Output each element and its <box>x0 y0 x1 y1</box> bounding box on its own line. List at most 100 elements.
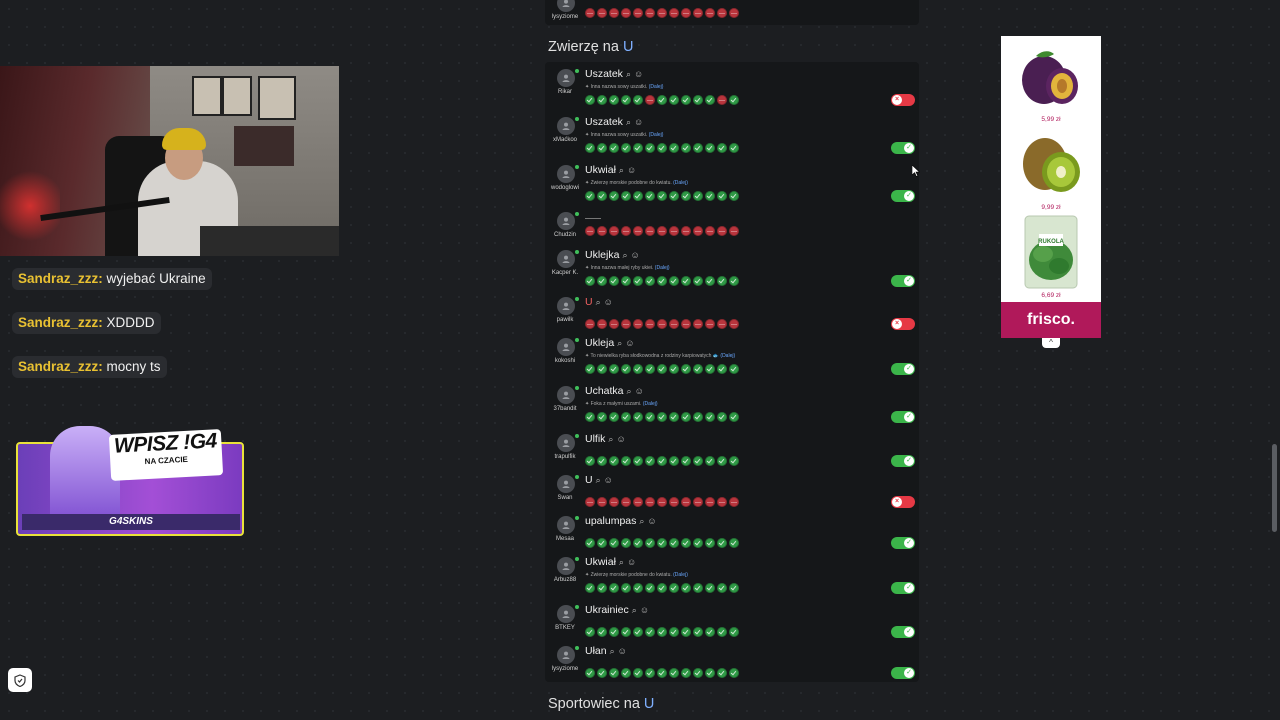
search-icon[interactable]: ⌕ <box>626 117 631 128</box>
accept-toggle[interactable]: ✓ <box>891 190 915 202</box>
accept-toggle[interactable]: × <box>891 318 915 330</box>
accept-toggle[interactable]: × <box>891 94 915 106</box>
accept-toggle[interactable]: ✓ <box>891 275 915 287</box>
correct-vote-dot <box>609 276 619 286</box>
hint-more-link[interactable]: (Dalej) <box>673 180 688 186</box>
wrong-vote-dot <box>621 319 631 329</box>
kiwi-image <box>1001 130 1101 205</box>
online-status-dot <box>575 386 579 390</box>
emoji-icon[interactable]: ☺ <box>604 297 613 307</box>
emoji-icon[interactable]: ☺ <box>635 386 644 396</box>
search-icon[interactable]: ⌕ <box>632 605 637 616</box>
wrong-vote-dot <box>705 497 715 507</box>
correct-vote-dot <box>621 143 631 153</box>
emoji-icon[interactable]: ☺ <box>618 646 627 656</box>
search-icon[interactable]: ⌕ <box>596 297 601 308</box>
correct-vote-dot <box>669 276 679 286</box>
search-icon[interactable]: ⌕ <box>626 69 631 80</box>
avatar <box>557 117 575 135</box>
accept-toggle[interactable]: ✓ <box>891 582 915 594</box>
accept-toggle[interactable]: ✓ <box>891 667 915 679</box>
hint-more-link[interactable]: (Dalej) <box>655 265 670 271</box>
wrong-vote-dot <box>669 319 679 329</box>
frisco-ad[interactable]: 5,99 zł 9,99 zł RUKOLA 6,69 zł frisco. <box>1001 36 1101 338</box>
correct-vote-dot <box>621 668 631 678</box>
answer-row: xMaćkoo Uszatek ⌕ ☺ ✦ Inna nazwa sowy uszatk… <box>545 115 919 159</box>
correct-vote-dot <box>597 668 607 678</box>
accept-toggle[interactable]: ✓ <box>891 626 915 638</box>
correct-vote-dot <box>717 412 727 422</box>
emoji-icon[interactable]: ☺ <box>640 605 649 615</box>
answer-history <box>585 412 739 422</box>
correct-vote-dot <box>585 538 595 548</box>
hint-text: Zwierzę morskie podobne do kwiatu. <box>590 572 672 578</box>
row-username: 37bandit <box>553 406 577 412</box>
correct-vote-dot <box>597 95 607 105</box>
correct-vote-dot <box>597 412 607 422</box>
search-icon[interactable]: ⌕ <box>627 386 632 397</box>
correct-vote-dot <box>669 95 679 105</box>
emoji-icon[interactable]: ☺ <box>634 117 643 127</box>
correct-vote-dot <box>585 412 595 422</box>
emoji-icon[interactable]: ☺ <box>625 338 634 348</box>
row-username: lysyziome <box>551 666 579 672</box>
accept-toggle[interactable]: × <box>891 496 915 508</box>
emoji-icon[interactable]: ☺ <box>627 557 636 567</box>
accept-toggle[interactable]: ✓ <box>891 411 915 423</box>
hint-more-link[interactable]: (Dalej) <box>673 572 688 578</box>
correct-vote-dot <box>705 276 715 286</box>
page-scrollbar[interactable] <box>1272 444 1277 532</box>
search-icon[interactable]: ⌕ <box>639 516 644 527</box>
correct-vote-dot <box>609 668 619 678</box>
correct-vote-dot <box>693 538 703 548</box>
avatar <box>557 338 575 356</box>
correct-vote-dot <box>609 143 619 153</box>
correct-vote-dot <box>621 276 631 286</box>
emoji-icon[interactable]: ☺ <box>627 165 636 175</box>
answer-text: Ułan <box>585 645 607 657</box>
wrong-vote-dot <box>645 226 655 236</box>
ad-collapse-button[interactable]: ^ <box>1042 338 1060 348</box>
answer-word: Ukwiał ⌕ ☺ <box>585 164 636 176</box>
search-icon[interactable]: ⌕ <box>617 338 622 349</box>
accept-toggle[interactable]: ✓ <box>891 363 915 375</box>
emoji-icon[interactable]: ☺ <box>604 475 613 485</box>
hint-more-link[interactable]: (Dalej) <box>643 401 658 407</box>
shield-icon[interactable] <box>8 668 32 692</box>
wrong-vote-dot <box>609 319 619 329</box>
correct-vote-dot <box>645 191 655 201</box>
answer-row: pawilk U ⌕ ☺ × <box>545 295 919 339</box>
answer-row: kokoshi Ukleja ⌕ ☺ ✦ To niewielka ryba słodk… <box>545 336 919 380</box>
answer-text: Ukwiał <box>585 556 616 568</box>
correct-vote-dot <box>609 538 619 548</box>
promo-brand: G4SKINS <box>22 514 240 530</box>
hint-more-link[interactable]: (Dalej) <box>649 84 664 90</box>
chat-text: wyjebać Ukraine <box>106 271 206 286</box>
emoji-icon[interactable]: ☺ <box>616 434 625 444</box>
wrong-vote-dot <box>621 8 631 18</box>
answer-history <box>585 191 739 201</box>
wrong-vote-dot <box>717 226 727 236</box>
hint-more-link[interactable]: (Dalej) <box>649 132 664 138</box>
online-status-dot <box>575 475 579 479</box>
search-icon[interactable]: ⌕ <box>622 250 627 261</box>
emoji-icon[interactable]: ☺ <box>630 250 639 260</box>
correct-vote-dot <box>633 95 643 105</box>
correct-vote-dot <box>669 583 679 593</box>
accept-toggle[interactable]: ✓ <box>891 537 915 549</box>
hint-more-link[interactable]: (Dalej) <box>720 353 735 359</box>
search-icon[interactable]: ⌕ <box>608 434 613 445</box>
emoji-icon[interactable]: ☺ <box>634 69 643 79</box>
accept-toggle[interactable]: ✓ <box>891 142 915 154</box>
frisco-logo[interactable]: frisco. <box>1001 302 1101 338</box>
search-icon[interactable]: ⌕ <box>619 165 624 176</box>
search-icon[interactable]: ⌕ <box>596 475 601 486</box>
search-icon[interactable]: ⌕ <box>610 646 615 657</box>
emoji-icon[interactable]: ☺ <box>647 516 656 526</box>
search-icon[interactable]: ⌕ <box>619 557 624 568</box>
correct-vote-dot <box>597 276 607 286</box>
wrong-vote-dot <box>609 497 619 507</box>
accept-toggle[interactable]: ✓ <box>891 455 915 467</box>
correct-vote-dot <box>633 412 643 422</box>
row-username: Swan <box>557 495 573 501</box>
